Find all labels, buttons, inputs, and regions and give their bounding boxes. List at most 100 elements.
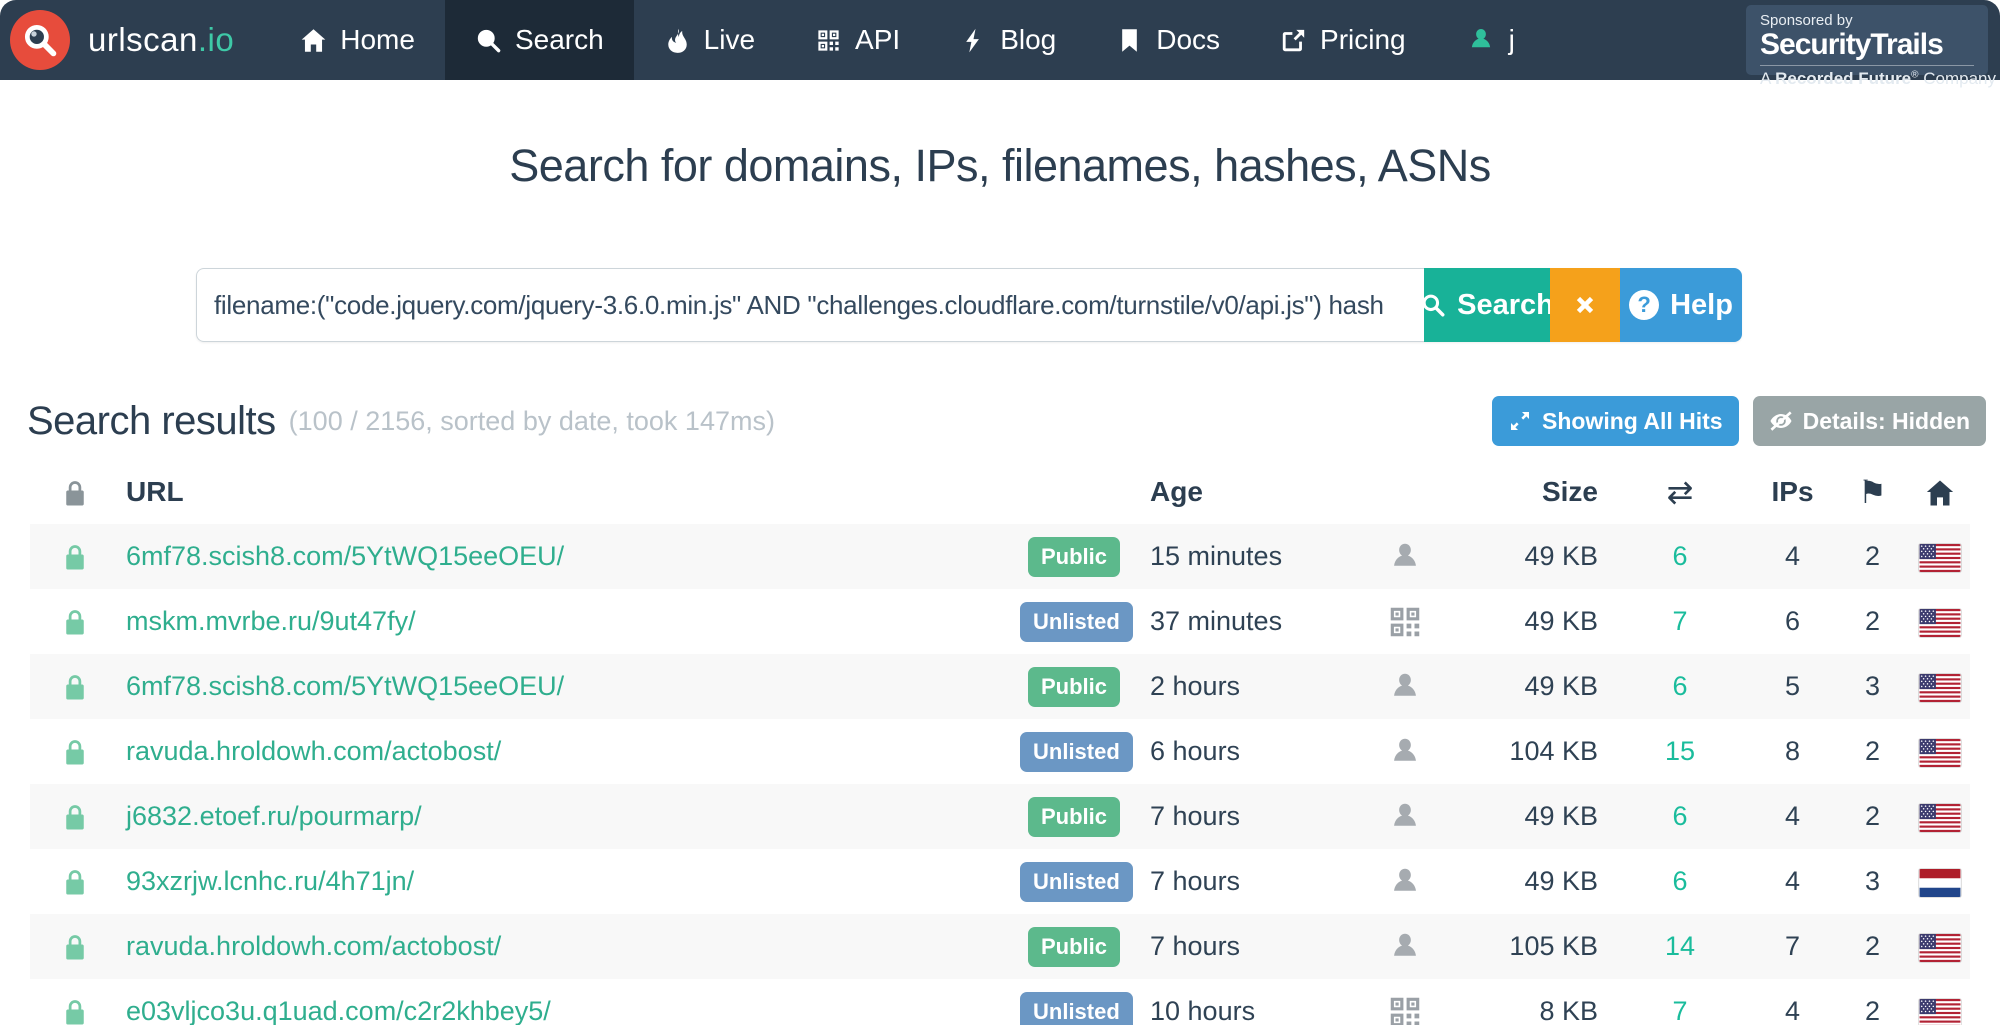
visibility-badge: Unlisted xyxy=(1020,601,1133,642)
row-lock-cell xyxy=(30,784,120,849)
nav-item-home[interactable]: Home xyxy=(270,0,445,80)
sponsor-name: SecurityTrails xyxy=(1760,28,1944,61)
table-row[interactable]: ravuda.hroldowh.com/actobost/ Unlisted 6… xyxy=(30,719,1970,784)
search-button[interactable]: Search xyxy=(1422,268,1554,342)
result-url-link[interactable]: e03vljco3u.q1uad.com/c2r2khbey5/ xyxy=(126,996,551,1025)
results-header: Search results (100 / 2156, sorted by da… xyxy=(27,395,1986,447)
table-row[interactable]: 6mf78.scish8.com/5YtWQ15eeOEU/ Public 2 … xyxy=(30,654,1970,719)
row-size-cell: 8 KB xyxy=(1539,996,1598,1025)
results-meta: (100 / 2156, sorted by date, took 147ms) xyxy=(288,405,775,436)
flag-us xyxy=(1919,543,1961,572)
row-lock-cell xyxy=(30,914,120,979)
row-visibility-cell: Unlisted xyxy=(1020,589,1133,654)
nav-item-user[interactable]: j xyxy=(1436,0,1545,80)
table-row[interactable]: ravuda.hroldowh.com/actobost/ Public 7 h… xyxy=(30,914,1970,979)
row-country-cell xyxy=(1910,849,1970,914)
search-icon xyxy=(477,29,501,52)
row-size-cell: 104 KB xyxy=(1509,736,1598,766)
row-submitter-cell xyxy=(1350,914,1460,979)
row-visibility-cell: Unlisted xyxy=(1020,979,1133,1025)
nav-item-docs[interactable]: Docs xyxy=(1086,0,1250,80)
result-url-link[interactable]: ravuda.hroldowh.com/actobost/ xyxy=(126,736,501,766)
row-flags-cell: 2 xyxy=(1864,606,1881,636)
lock-icon xyxy=(66,1000,84,1025)
nav-items: Home Search Live API Blog Docs Pricing j xyxy=(270,0,1545,80)
requests-count-link[interactable]: 6 xyxy=(1672,801,1687,831)
submitter-user-icon xyxy=(1394,738,1416,761)
requests-count-link[interactable]: 14 xyxy=(1665,931,1695,961)
row-submitter-cell xyxy=(1350,719,1460,784)
lock-icon xyxy=(66,675,84,700)
clear-search-button[interactable] xyxy=(1550,268,1620,342)
result-url-link[interactable]: ravuda.hroldowh.com/actobost/ xyxy=(126,931,501,961)
table-row[interactable]: j6832.etoef.ru/pourmarp/ Public 7 hours … xyxy=(30,784,1970,849)
user-icon xyxy=(1471,29,1490,48)
table-row[interactable]: e03vljco3u.q1uad.com/c2r2khbey5/ Unliste… xyxy=(30,979,1970,1025)
bolt-icon xyxy=(966,28,980,52)
eye-slash-icon xyxy=(1770,411,1792,431)
showing-all-hits-button[interactable]: Showing All Hits xyxy=(1491,396,1739,446)
nav-item-api[interactable]: API xyxy=(785,0,930,80)
visibility-badge: Public xyxy=(1027,926,1120,967)
row-url-cell: 93xzrjw.lcnhc.ru/4h71jn/ xyxy=(120,849,1020,914)
visibility-badge: Public xyxy=(1027,796,1120,837)
row-requests-cell: 7 xyxy=(1610,589,1750,654)
flag-us xyxy=(1919,738,1961,767)
row-submitter-cell xyxy=(1350,589,1460,654)
page-title: Search for domains, IPs, filenames, hash… xyxy=(509,140,1491,191)
submitter-user-icon xyxy=(1394,673,1416,696)
visibility-badge: Unlisted xyxy=(1020,861,1133,902)
requests-count-link[interactable]: 6 xyxy=(1672,541,1687,571)
sponsor-tagline: A Recorded Future® Company xyxy=(1760,68,1997,88)
sponsor-securitytrails[interactable]: Sponsored by SecurityTrails A Recorded F… xyxy=(1746,5,1996,88)
requests-count-link[interactable]: 7 xyxy=(1672,606,1687,636)
table-row[interactable]: mskm.mvrbe.ru/9ut47fy/ Unlisted 37 minut… xyxy=(30,589,1970,654)
magnifier-icon xyxy=(1422,294,1445,317)
sponsor-divider xyxy=(1760,64,1974,66)
flag-icon: ⚑ xyxy=(1858,473,1887,511)
results-table: URL Age Size ⇄ IPs ⚑ 6mf78.scish8.com/5Y… xyxy=(30,460,1970,1025)
row-ips-cell: 4 xyxy=(1784,866,1801,896)
nav-item-live[interactable]: Live xyxy=(634,0,785,80)
search-input[interactable] xyxy=(196,268,1424,342)
table-header-row: URL Age Size ⇄ IPs ⚑ xyxy=(30,460,1970,524)
results-table-body: 6mf78.scish8.com/5YtWQ15eeOEU/ Public 15… xyxy=(30,524,1970,1025)
table-row[interactable]: 6mf78.scish8.com/5YtWQ15eeOEU/ Public 15… xyxy=(30,524,1970,589)
home-icon xyxy=(301,28,326,52)
row-flags-cell: 2 xyxy=(1864,541,1881,571)
nav-item-pricing[interactable]: Pricing xyxy=(1250,0,1436,80)
table-row[interactable]: 93xzrjw.lcnhc.ru/4h71jn/ Unlisted 7 hour… xyxy=(30,849,1970,914)
requests-count-link[interactable]: 15 xyxy=(1665,736,1695,766)
result-url-link[interactable]: 6mf78.scish8.com/5YtWQ15eeOEU/ xyxy=(126,541,564,571)
row-ips-cell: 6 xyxy=(1784,606,1801,636)
requests-count-link[interactable]: 6 xyxy=(1672,866,1687,896)
result-url-link[interactable]: 93xzrjw.lcnhc.ru/4h71jn/ xyxy=(126,866,414,896)
requests-count-link[interactable]: 7 xyxy=(1672,996,1687,1025)
brand-link[interactable]: urlscan.io xyxy=(0,0,270,80)
row-url-cell: e03vljco3u.q1uad.com/c2r2khbey5/ xyxy=(120,979,1020,1025)
row-ips-cell: 4 xyxy=(1784,541,1801,571)
brand-name: urlscan.io xyxy=(88,21,235,58)
share-icon xyxy=(1282,29,1305,51)
row-submitter-cell xyxy=(1350,979,1460,1025)
sponsor-prefix: Sponsored by xyxy=(1760,12,1853,29)
help-button[interactable]: ? Help xyxy=(1620,268,1742,342)
bookmark-icon xyxy=(1122,28,1138,52)
result-url-link[interactable]: 6mf78.scish8.com/5YtWQ15eeOEU/ xyxy=(126,671,564,701)
visibility-badge: Unlisted xyxy=(1020,991,1133,1025)
row-flags-cell: 2 xyxy=(1864,801,1881,831)
details-hidden-button[interactable]: Details: Hidden xyxy=(1752,396,1986,446)
row-size-cell: 49 KB xyxy=(1524,801,1598,831)
requests-count-link[interactable]: 6 xyxy=(1672,671,1687,701)
result-url-link[interactable]: j6832.etoef.ru/pourmarp/ xyxy=(126,801,422,831)
row-requests-cell: 6 xyxy=(1610,524,1750,589)
row-submitter-cell xyxy=(1350,654,1460,719)
visibility-badge: Public xyxy=(1027,666,1120,707)
row-url-cell: ravuda.hroldowh.com/actobost/ xyxy=(120,914,1020,979)
nav-item-blog[interactable]: Blog xyxy=(930,0,1086,80)
nav-item-search[interactable]: Search xyxy=(444,0,634,80)
row-size-cell: 49 KB xyxy=(1524,866,1598,896)
row-age-cell: 7 hours xyxy=(1150,801,1241,831)
result-url-link[interactable]: mskm.mvrbe.ru/9ut47fy/ xyxy=(126,606,416,636)
row-requests-cell: 14 xyxy=(1610,914,1750,979)
